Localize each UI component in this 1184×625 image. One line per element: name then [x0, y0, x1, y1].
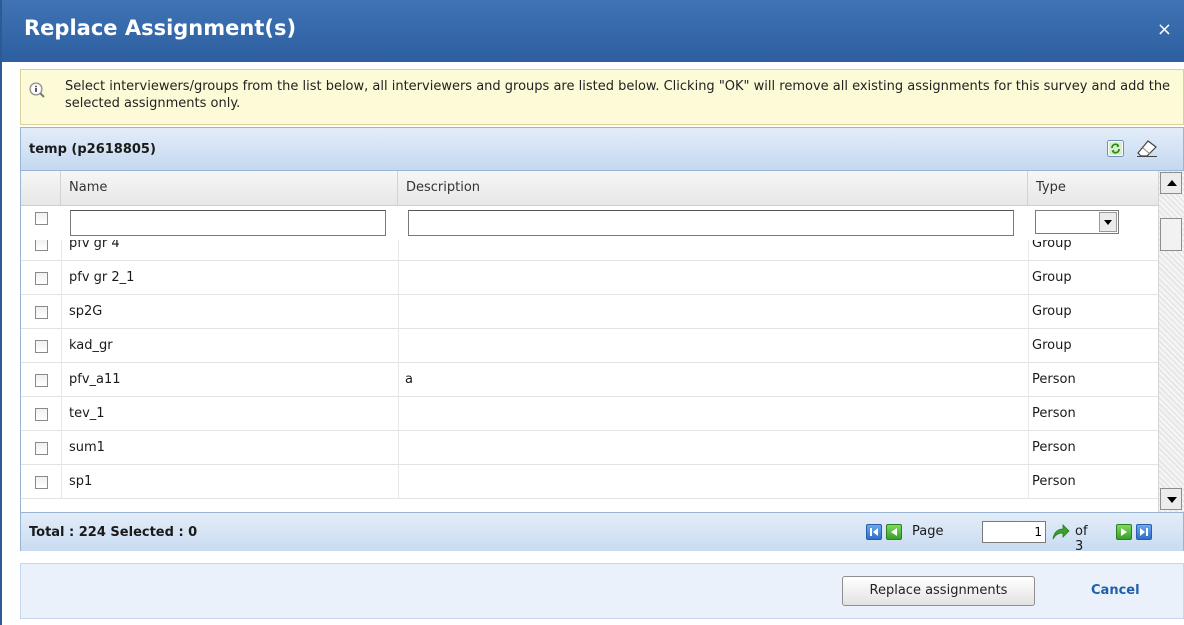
dialog-title-bar[interactable]: Replace Assignment(s) ×	[2, 0, 1184, 62]
row-checkbox[interactable]	[35, 340, 48, 353]
row-checkbox[interactable]	[35, 374, 48, 387]
first-page-icon[interactable]	[866, 524, 882, 540]
scroll-up-icon[interactable]	[1160, 172, 1182, 194]
vertical-scrollbar[interactable]	[1158, 171, 1184, 512]
table-row[interactable]: sp1 Person	[21, 465, 1158, 499]
row-type: Group	[1032, 270, 1072, 285]
column-name[interactable]: Name	[61, 171, 398, 205]
table-row[interactable]: sp2G Group	[21, 295, 1158, 329]
row-checkbox[interactable]	[35, 272, 48, 285]
description-filter-input[interactable]	[408, 210, 1014, 236]
next-page-icon[interactable]	[1116, 524, 1132, 540]
info-text: Select interviewers/groups from the list…	[65, 79, 1171, 111]
row-checkbox[interactable]	[35, 442, 48, 455]
table-row[interactable]: sum1 Person	[21, 431, 1158, 465]
row-description: a	[405, 372, 413, 387]
row-type: Person	[1032, 440, 1076, 455]
row-name: sp1	[69, 474, 93, 489]
dialog-button-bar: Replace assignments Cancel	[20, 563, 1184, 619]
last-page-icon[interactable]	[1136, 524, 1152, 540]
type-filter-select[interactable]	[1035, 210, 1119, 234]
scroll-down-icon[interactable]	[1160, 488, 1182, 510]
filter-row	[21, 206, 1158, 240]
info-icon	[29, 82, 45, 98]
grid-footer: Total : 224 Selected : 0 Page of 3	[21, 512, 1183, 554]
scrollbar-thumb[interactable]	[1160, 218, 1182, 251]
row-type: Person	[1032, 372, 1076, 387]
assignment-grid: temp (p2618805) Name Description Type pf…	[20, 127, 1184, 554]
table-row[interactable]: kad_gr Group	[21, 329, 1158, 363]
row-checkbox[interactable]	[35, 240, 48, 251]
table-row[interactable]: pfv gr 4 Group	[21, 240, 1158, 261]
row-checkbox[interactable]	[35, 408, 48, 421]
replace-assignments-dialog: Replace Assignment(s) × Select interview…	[0, 0, 1184, 625]
grid-header: temp (p2618805)	[21, 128, 1183, 171]
row-name: pfv gr 2_1	[69, 270, 135, 285]
cancel-link[interactable]: Cancel	[1091, 583, 1140, 598]
row-name: tev_1	[69, 406, 105, 421]
eraser-icon[interactable]	[1135, 138, 1159, 158]
column-type[interactable]: Type	[1028, 171, 1158, 205]
name-filter-input[interactable]	[70, 210, 386, 236]
dialog-title: Replace Assignment(s)	[24, 16, 297, 40]
row-type: Group	[1032, 338, 1072, 353]
row-name: sp2G	[69, 304, 103, 319]
select-all-checkbox[interactable]	[35, 212, 48, 225]
row-name: sum1	[69, 440, 105, 455]
chevron-down-icon[interactable]	[1099, 212, 1117, 232]
close-icon[interactable]: ×	[1157, 19, 1172, 40]
info-message: Select interviewers/groups from the list…	[20, 69, 1184, 125]
row-type: Group	[1032, 240, 1072, 251]
previous-page-icon[interactable]	[886, 524, 902, 540]
table-row[interactable]: tev_1 Person	[21, 397, 1158, 431]
row-checkbox[interactable]	[35, 476, 48, 489]
row-name: pfv_a11	[69, 372, 121, 387]
page-label: Page	[912, 524, 944, 539]
row-name: kad_gr	[69, 338, 113, 353]
page-count-label: of 3	[1075, 524, 1088, 554]
row-type: Group	[1032, 304, 1072, 319]
row-checkbox[interactable]	[35, 306, 48, 319]
grid-rows: pfv gr 4 Group pfv gr 2_1 Group sp2G Gro…	[21, 240, 1158, 512]
grid-caption: temp (p2618805)	[29, 142, 156, 157]
row-name: pfv gr 4	[69, 240, 120, 251]
refresh-icon[interactable]	[1107, 140, 1124, 157]
page-number-input[interactable]	[982, 521, 1046, 543]
column-description[interactable]: Description	[398, 171, 1028, 205]
table-row[interactable]: pfv_a11 a Person	[21, 363, 1158, 397]
replace-assignments-button[interactable]: Replace assignments	[842, 576, 1035, 606]
row-type: Person	[1032, 406, 1076, 421]
total-selected-summary: Total : 224 Selected : 0	[29, 525, 198, 540]
row-type: Person	[1032, 474, 1076, 489]
table-row[interactable]: pfv gr 2_1 Group	[21, 261, 1158, 295]
select-column-header	[21, 171, 61, 205]
go-arrow-icon[interactable]	[1050, 522, 1070, 542]
column-header-row: Name Description Type	[21, 171, 1158, 206]
